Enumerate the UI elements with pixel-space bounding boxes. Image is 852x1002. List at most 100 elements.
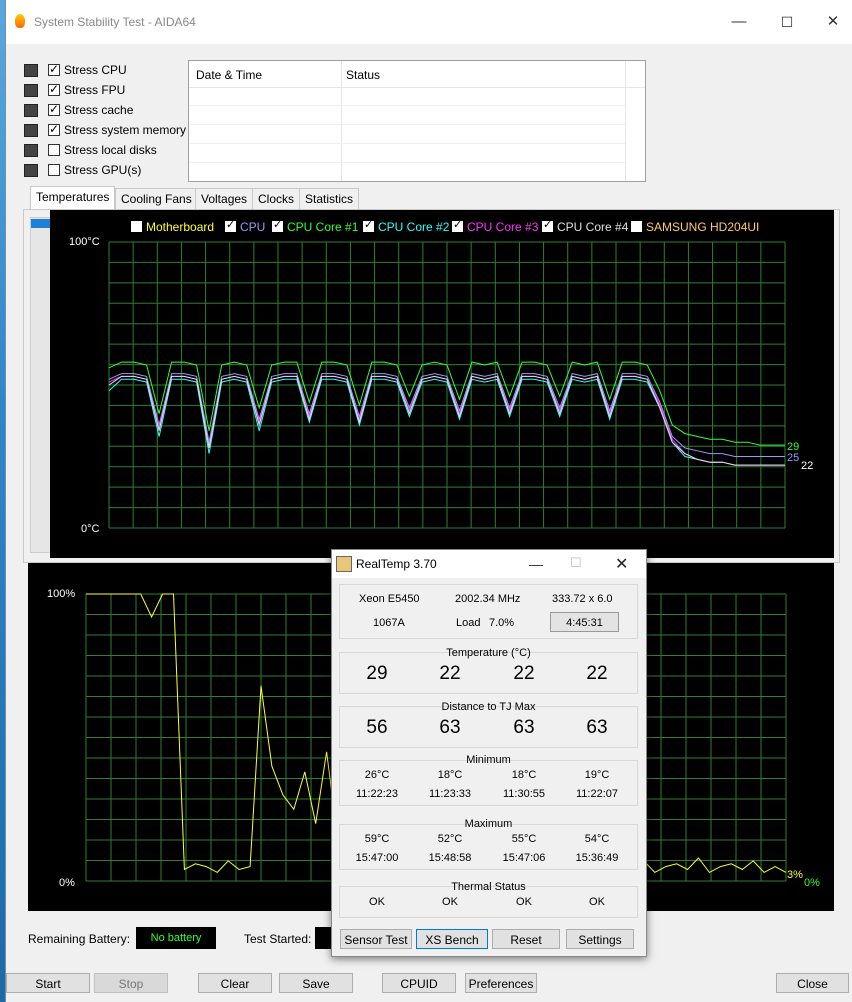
temperature-chart — [50, 210, 834, 558]
save-button[interactable]: Save — [279, 973, 353, 993]
cpu-end-b: 0% — [804, 877, 820, 889]
legend-label: CPU — [240, 220, 266, 234]
cpu-model: Xeon E5450 — [359, 593, 420, 605]
legend-checkbox[interactable] — [363, 219, 374, 232]
hardware-icon — [24, 144, 38, 157]
legend-checkbox[interactable] — [631, 221, 642, 232]
title-bar[interactable]: System Stability Test - AIDA64 — ☐ ✕ — [6, 0, 852, 44]
legend-checkbox[interactable] — [131, 221, 142, 232]
temp-axis-bottom: 0°C — [81, 523, 100, 535]
max-temp: 55°C — [511, 833, 537, 845]
preferences-button[interactable]: Preferences — [465, 973, 537, 993]
thermal-status: OK — [369, 896, 385, 908]
core-temperature: 29 — [366, 663, 388, 684]
hardware-icon — [24, 104, 38, 117]
sensor-test-button[interactable]: Sensor Test — [340, 929, 412, 949]
cpu-axis-bottom: 0% — [59, 877, 75, 889]
core-distance: 56 — [366, 717, 388, 738]
max-time: 15:36:49 — [575, 852, 619, 864]
close-window-button[interactable]: ✕ — [810, 8, 852, 36]
load-value: 7.0% — [489, 617, 515, 629]
maximum-label: Maximum — [464, 818, 513, 830]
realtemp-maximize-button[interactable]: ☐ — [570, 555, 582, 571]
legend-label: CPU Core #3 — [467, 220, 539, 234]
legend-label: CPU Core #4 — [557, 220, 629, 234]
legend-checkbox[interactable] — [225, 219, 236, 232]
log-column-datetime[interactable]: Date & Time — [196, 68, 262, 82]
stress-checkbox[interactable] — [48, 144, 60, 156]
battery-label: Remaining Battery: — [28, 932, 131, 946]
legend-label: Motherboard — [146, 220, 215, 234]
cpu-axis-top: 100% — [47, 588, 76, 600]
min-time: 11:22:07 — [575, 788, 618, 800]
stress-checkbox[interactable] — [48, 62, 60, 76]
stress-label: Stress local disks — [64, 143, 157, 157]
stop-button[interactable]: Stop — [94, 973, 168, 993]
max-time: 15:47:06 — [502, 852, 546, 864]
reset-button[interactable]: Reset — [492, 929, 560, 949]
tab-statistics[interactable]: Statistics — [299, 188, 360, 210]
legend-checkbox[interactable] — [452, 219, 463, 232]
minimize-button[interactable]: — — [716, 8, 762, 36]
cpu-frequency: 2002.34 MHz — [455, 593, 521, 605]
timer-button[interactable]: 4:45:31 — [550, 612, 619, 632]
max-temp: 52°C — [437, 833, 463, 845]
stress-label: Stress CPU — [64, 63, 127, 77]
aida64-flame-icon — [15, 14, 25, 28]
hardware-icon — [24, 64, 38, 77]
thermal-label: Thermal Status — [451, 881, 526, 893]
cpu-vid: 1067A — [373, 617, 405, 629]
max-temp: 59°C — [364, 833, 390, 845]
max-time: 15:48:58 — [428, 852, 472, 864]
hardware-icon — [24, 164, 38, 177]
realtemp-app-icon — [336, 556, 352, 572]
legend-label: SAMSUNG HD204UI — [646, 220, 760, 234]
cpu-multiplier: 333.72 x 6.0 — [552, 593, 613, 605]
core-temperature: 22 — [586, 663, 608, 684]
cpu-end-a: 3% — [787, 869, 803, 881]
minimum-label: Minimum — [466, 754, 511, 766]
xs-bench-button[interactable]: XS Bench — [416, 929, 488, 949]
thermal-status: OK — [516, 896, 532, 908]
min-temp: 26°C — [364, 769, 390, 781]
settings-button[interactable]: Settings — [566, 929, 634, 949]
sensor-scrollbar[interactable] — [30, 217, 52, 553]
close-button[interactable]: Close — [776, 973, 849, 993]
stress-checkbox[interactable] — [48, 122, 60, 136]
stress-checkbox[interactable] — [48, 82, 60, 96]
legend-label: CPU Core #1 — [287, 220, 359, 234]
min-temp: 19°C — [584, 769, 610, 781]
legend-label: CPU Core #2 — [378, 220, 450, 234]
min-time: 11:22:23 — [355, 788, 398, 800]
realtemp-title-bar[interactable]: RealTemp 3.70 — ☐ ✕ — [332, 550, 646, 578]
realtemp-window: RealTemp 3.70 — ☐ ✕ Xeon E5450 2002.34 M… — [331, 549, 647, 957]
core-distance: 63 — [586, 717, 608, 738]
tab-cooling-fans[interactable]: Cooling Fans — [115, 188, 198, 210]
realtemp-close-button[interactable]: ✕ — [615, 554, 628, 574]
max-temp: 54°C — [584, 833, 610, 845]
temperature-label: Temperature (°C) — [446, 647, 531, 659]
tab-temperatures[interactable]: Temperatures — [30, 186, 116, 210]
legend-checkbox[interactable] — [542, 219, 553, 232]
stress-label: Stress cache — [64, 103, 134, 117]
temp-end-other: 22 — [801, 460, 814, 472]
temperature-chart-svg — [108, 241, 786, 529]
max-time: 15:47:00 — [355, 852, 399, 864]
log-table[interactable]: Date & Time Status — [188, 60, 646, 182]
start-button[interactable]: Start — [6, 973, 90, 993]
maximize-button[interactable]: ☐ — [764, 8, 810, 36]
core-temperature: 22 — [439, 663, 461, 684]
tab-voltages[interactable]: Voltages — [195, 188, 254, 210]
clear-button[interactable]: Clear — [198, 973, 272, 993]
legend-checkbox[interactable] — [272, 219, 283, 232]
cpuid-button[interactable]: CPUID — [382, 973, 456, 993]
log-column-status[interactable]: Status — [346, 68, 380, 82]
realtemp-title: RealTemp 3.70 — [356, 557, 437, 571]
tab-clocks[interactable]: Clocks — [252, 188, 301, 210]
sensor-scroll-thumb[interactable] — [31, 219, 51, 228]
core-distance: 63 — [439, 717, 461, 738]
stress-checkbox[interactable] — [48, 102, 60, 116]
stress-checkbox[interactable] — [48, 164, 60, 176]
core-distance: 63 — [513, 717, 535, 738]
realtemp-minimize-button[interactable]: — — [529, 556, 543, 572]
